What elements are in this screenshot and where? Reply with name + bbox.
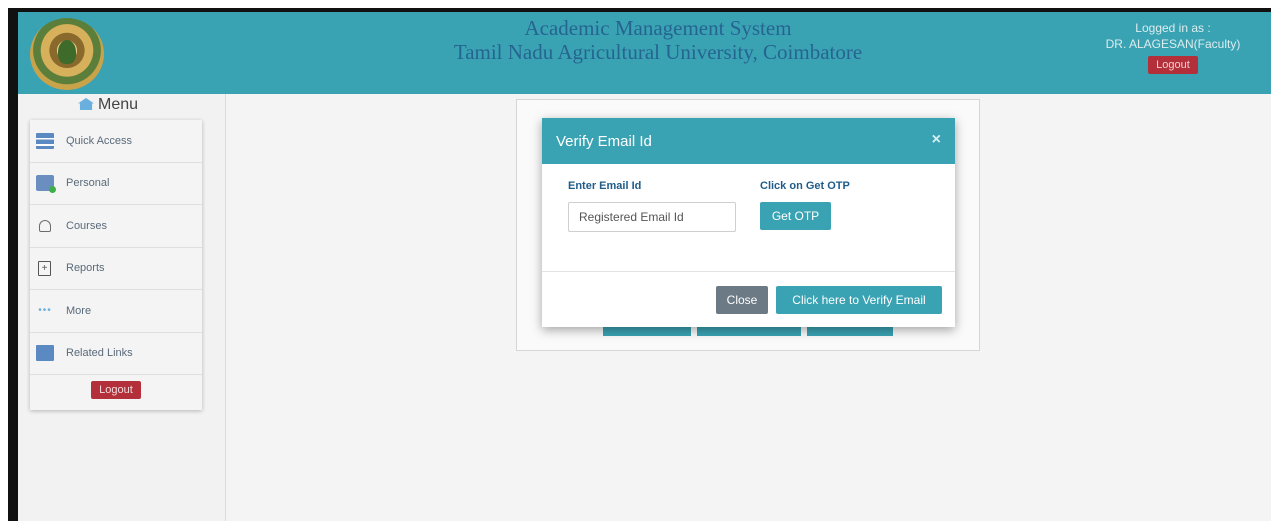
dialog-header: Verify Email Id ×: [542, 118, 955, 164]
otp-label: Click on Get OTP: [760, 180, 850, 192]
close-icon[interactable]: ×: [932, 131, 941, 149]
dialog-footer: Close Click here to Verify Email: [542, 272, 955, 327]
verify-email-button[interactable]: Click here to Verify Email: [776, 286, 942, 314]
dialog-body: Enter Email Id Click on Get OTP Get OTP: [542, 164, 955, 272]
verify-email-dialog: Verify Email Id × Enter Email Id Click o…: [542, 118, 955, 327]
dialog-title: Verify Email Id: [556, 132, 652, 150]
app-screen: Academic Management System Tamil Nadu Ag…: [18, 12, 1271, 521]
email-field[interactable]: [568, 202, 736, 232]
email-field-label: Enter Email Id: [568, 180, 642, 192]
close-button[interactable]: Close: [716, 286, 768, 314]
get-otp-button[interactable]: Get OTP: [760, 202, 831, 230]
